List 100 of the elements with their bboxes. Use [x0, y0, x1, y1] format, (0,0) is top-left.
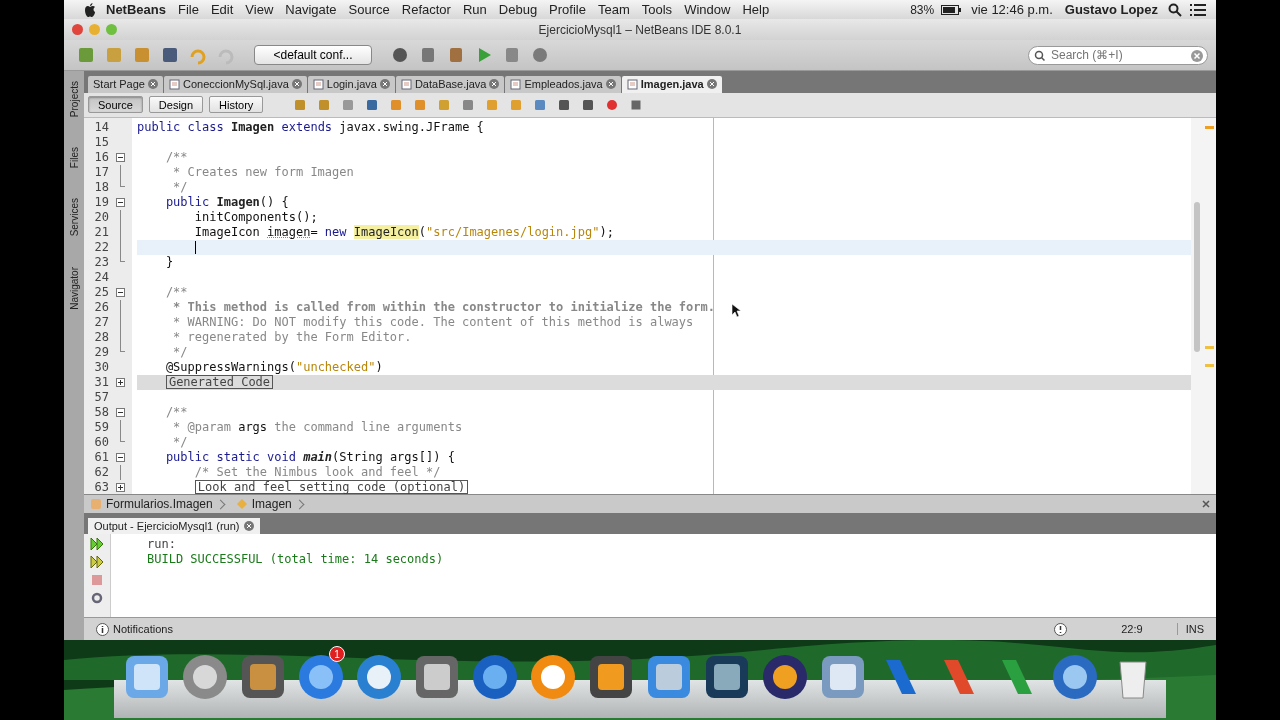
user-name[interactable]: Gustavo Lopez	[1058, 2, 1164, 17]
side-panel-tab[interactable]: Services	[68, 198, 80, 237]
collapse-icon[interactable]	[116, 287, 125, 297]
notifications-label[interactable]: Notifications	[113, 623, 173, 636]
line-number: 25	[93, 285, 109, 300]
app-menu[interactable]: NetBeans	[100, 2, 172, 17]
code-line: * regenerated by the Form Editor.	[172, 330, 412, 345]
configuration-dropdown[interactable]: <default conf...	[254, 45, 372, 65]
search-icon[interactable]	[1168, 2, 1182, 17]
menu-item[interactable]: Window	[678, 2, 737, 17]
code-line: * Creates new form Imagen	[172, 165, 354, 180]
file-tab[interactable]: ConeccionMySql.java	[164, 75, 307, 93]
app-icon[interactable]	[528, 652, 578, 702]
close-icon[interactable]	[243, 520, 254, 531]
line-number: 16	[93, 150, 109, 165]
close-icon[interactable]	[706, 79, 717, 90]
line-number: 28	[93, 330, 109, 345]
insert-mode: INS	[1176, 623, 1204, 636]
line-number: 63	[93, 480, 109, 495]
line-number: 26	[93, 300, 109, 315]
breadcrumb[interactable]: Formularios.Imagen	[106, 497, 213, 512]
expand-icon[interactable]	[116, 482, 125, 492]
rerun-icon[interactable]	[90, 554, 104, 569]
file-icon	[400, 78, 412, 90]
collapse-icon[interactable]	[116, 452, 125, 462]
search-field[interactable]: Search (⌘+I)	[1028, 45, 1208, 65]
code-line: public static void main(String args[]) {	[164, 450, 455, 465]
line-number: 29	[93, 345, 109, 360]
code-line: ImageIcon imagen= new ImageIcon("src/Imagenes/login.jpg");	[193, 225, 614, 240]
menu-item[interactable]: Debug	[492, 2, 544, 17]
folded-code-block[interactable]: Look and feel setting code (optional)	[194, 480, 469, 495]
close-icon[interactable]	[379, 79, 390, 90]
output-tab[interactable]: Output - EjercicioMysql1 (run)	[88, 517, 260, 534]
diamond-icon	[235, 498, 248, 511]
close-icon[interactable]	[148, 79, 158, 90]
app-icon[interactable]	[180, 652, 230, 702]
file-icon	[169, 78, 180, 90]
battery-icon[interactable]	[941, 4, 962, 15]
menu-item[interactable]: Help	[736, 2, 776, 17]
app-icon[interactable]	[354, 652, 404, 702]
line-number: 18	[93, 180, 109, 195]
menu-item[interactable]: Team	[591, 2, 636, 17]
menu-item[interactable]: Profile	[543, 2, 592, 17]
collapse-icon[interactable]	[116, 197, 125, 207]
line-number: 62	[93, 465, 109, 480]
collapse-icon[interactable]	[116, 407, 125, 417]
line-number: 14	[93, 120, 109, 135]
apple-icon[interactable]	[84, 2, 96, 17]
menu-item[interactable]: View	[239, 2, 280, 17]
output-line: run:	[147, 536, 177, 553]
menu-item[interactable]: Navigate	[279, 2, 343, 17]
breadcrumb[interactable]: Imagen	[251, 497, 292, 512]
output-line: BUILD SUCCESSFUL (total time: 14 seconds)	[147, 552, 444, 568]
file-tab[interactable]: Login.java	[307, 75, 395, 93]
clear-icon[interactable]	[1191, 49, 1203, 62]
info-icon[interactable]	[96, 622, 109, 636]
code-line: * WARNING: Do NOT modify this code. The content of this method is always	[172, 315, 694, 330]
menu-item[interactable]: File	[171, 2, 205, 17]
close-button[interactable]	[72, 24, 83, 35]
search-icon	[1034, 49, 1048, 62]
side-panel-tab[interactable]: Files	[68, 147, 80, 169]
line-number: 60	[93, 435, 109, 450]
side-panel-tab[interactable]: Navigator	[68, 266, 80, 310]
line-number: 57	[93, 390, 109, 405]
file-tab[interactable]: Empleados.java	[505, 75, 621, 93]
rerun-icon[interactable]	[90, 536, 104, 551]
close-icon[interactable]	[291, 79, 302, 90]
menu-item[interactable]: Refactor	[395, 2, 457, 17]
menu-item[interactable]: Edit	[204, 2, 240, 17]
side-panel-tab[interactable]: Projects	[68, 81, 80, 118]
scrollbar[interactable]	[1194, 201, 1200, 352]
menu-item[interactable]: Run	[456, 2, 493, 17]
app-icon[interactable]	[470, 652, 520, 702]
folded-code-block[interactable]: Generated Code	[165, 375, 274, 390]
collapse-icon[interactable]	[116, 152, 125, 162]
notification-icon[interactable]	[1054, 622, 1068, 636]
mouse-pointer-icon	[732, 303, 741, 317]
close-icon[interactable]	[489, 79, 500, 90]
close-icon[interactable]	[605, 79, 616, 90]
file-tab[interactable]: Start Page	[88, 75, 163, 93]
clock[interactable]: vie 12:46 p.m.	[965, 2, 1059, 17]
code-line: @SuppressWarnings("unchecked")	[164, 360, 383, 375]
editor-mode-tab[interactable]: Design	[148, 96, 204, 114]
file-tab[interactable]: DataBase.java	[395, 75, 505, 93]
editor-mode-tab[interactable]: History	[209, 96, 264, 114]
line-number: 24	[93, 270, 109, 285]
line-number: 27	[93, 315, 109, 330]
file-icon	[626, 78, 638, 90]
editor-mode-tab[interactable]: Source	[88, 96, 143, 114]
close-icon[interactable]	[1202, 500, 1210, 509]
menu-item[interactable]: Source	[342, 2, 396, 17]
record-icon[interactable]	[605, 97, 620, 112]
app-icon[interactable]	[296, 652, 346, 702]
menu-item[interactable]: Tools	[635, 2, 679, 17]
expand-icon[interactable]	[116, 377, 125, 387]
list-icon[interactable]	[1190, 3, 1206, 16]
app-icon[interactable]	[760, 652, 810, 702]
code-line: */	[172, 435, 188, 450]
line-number: 21	[93, 225, 109, 240]
file-tab[interactable]: Imagen.java	[621, 75, 722, 93]
